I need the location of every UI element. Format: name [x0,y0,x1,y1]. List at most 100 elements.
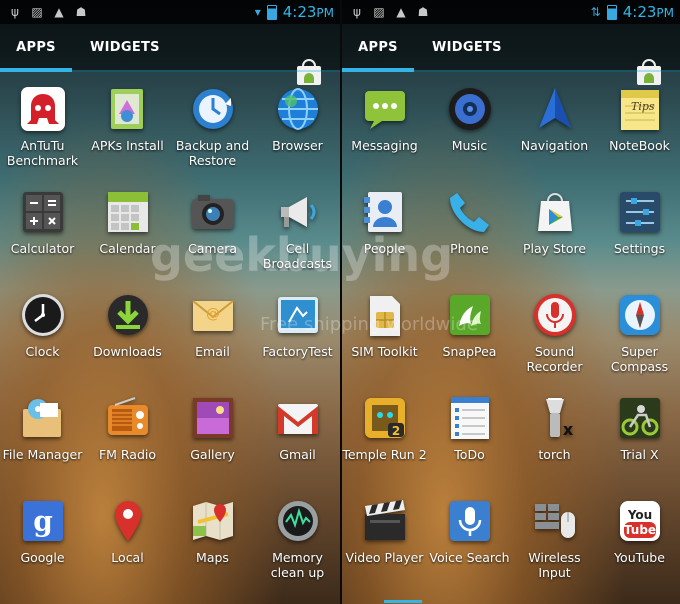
app-gmail[interactable]: Gmail [255,395,340,462]
status-bar: ψ ▨ ▲ ☗ ⇅ 4:23PM [342,0,680,24]
store-button[interactable] [634,58,664,86]
app-label: File Manager [2,447,83,462]
app-apk-install[interactable]: APKs Install [85,86,170,153]
factory-test-icon [275,292,321,338]
app-label: Trial X [620,447,659,462]
app-wireless-mouse[interactable]: Wireless Input [512,498,597,580]
flashlight-icon: x [532,395,578,441]
google-icon: g [20,498,66,544]
app-clock[interactable]: Clock [0,292,85,359]
app-backup-restore[interactable]: Backup and Restore [170,86,255,168]
app-voice-mic[interactable]: Voice Search [427,498,512,565]
gmail-icon [275,395,321,441]
app-sim-card[interactable]: SIM Toolkit [342,292,427,359]
app-camera[interactable]: Camera [170,189,255,256]
gallery-icon [190,395,236,441]
megaphone-icon [275,189,321,235]
todo-list-icon [447,395,493,441]
app-label: Settings [613,241,666,256]
radio-icon [105,395,151,441]
tab-widgets[interactable]: WIDGETS [82,24,160,72]
app-microphone-record[interactable]: Sound Recorder [512,292,597,374]
app-compass[interactable]: Super Compass [597,292,680,374]
svg-text:You: You [626,508,651,522]
battery-icon [606,4,617,20]
app-clapperboard[interactable]: Video Player [342,498,427,565]
tab-divider [0,70,340,72]
download-icon [105,292,151,338]
app-label: FM Radio [98,447,157,462]
svg-text:g: g [33,505,53,538]
app-label: Music [451,138,488,153]
app-label: Wireless Input [528,550,581,580]
app-play-store[interactable]: Play Store [512,189,597,256]
antutu-icon [20,86,66,132]
email-icon: @ [190,292,236,338]
app-download[interactable]: Downloads [85,292,170,359]
right-screen: ψ ▨ ▲ ☗ ⇅ 4:23PM APPS WIDGETS Messaging … [340,0,680,604]
app-memory-clean[interactable]: Memory clean up [255,498,340,580]
android-icon: ☗ [75,5,87,19]
app-label: torch [538,447,571,462]
app-antutu[interactable]: AnTuTu Benchmark [0,86,85,168]
tab-bar: APPS WIDGETS [0,24,340,85]
app-label: NoteBook [609,138,670,153]
app-calendar[interactable]: Calendar [85,189,170,256]
svg-text:2: 2 [391,424,399,438]
notification-icon: ▨ [373,5,385,19]
app-factory-test[interactable]: FactoryTest [255,292,340,359]
app-todo-list[interactable]: ToDo [427,395,512,462]
app-google[interactable]: g Google [0,498,85,565]
youtube-icon: You Tube [617,498,663,544]
navigation-arrow-icon [532,86,578,132]
app-file-manager[interactable]: File Manager [0,395,85,462]
tab-apps[interactable]: APPS [342,24,414,72]
app-youtube[interactable]: You Tube YouTube [597,498,680,565]
app-motorbike[interactable]: Trial X [597,395,680,462]
battery-icon [266,4,277,20]
app-snappea[interactable]: SnapPea [427,292,512,359]
apk-install-icon [105,86,151,132]
app-phone[interactable]: Phone [427,189,512,256]
app-gallery[interactable]: Gallery [170,395,255,462]
app-label: ToDo [454,447,485,462]
app-label: APKs Install [91,138,164,153]
tab-divider [342,70,680,72]
clock-icon [20,292,66,338]
app-radio[interactable]: FM Radio [85,395,170,462]
app-temple-run[interactable]: 2 Temple Run 2 [342,395,427,462]
svg-text:Tips: Tips [631,100,655,113]
tab-apps[interactable]: APPS [0,24,72,72]
app-label: AnTuTu Benchmark [6,138,79,168]
app-map-pin[interactable]: Local [85,498,170,565]
clapperboard-icon [362,498,408,544]
tab-widgets[interactable]: WIDGETS [424,24,502,72]
app-maps[interactable]: Maps [170,498,255,565]
app-music-speaker[interactable]: Music [427,86,512,153]
left-screen: ψ ▨ ▲ ☗ ▾ 4:23PM APPS WIDGETS AnTuTu Ben… [0,0,340,604]
file-manager-icon [20,395,66,441]
app-label: Google [20,550,65,565]
app-navigation-arrow[interactable]: Navigation [512,86,597,153]
app-megaphone[interactable]: Cell Broadcasts [255,189,340,271]
app-notebook[interactable]: Tips NoteBook [597,86,680,153]
map-pin-icon [105,498,151,544]
app-label: SIM Toolkit [351,344,418,359]
notification-icon: ▨ [31,5,43,19]
sim-card-icon [362,292,408,338]
app-email[interactable]: @ Email [170,292,255,359]
app-label: Navigation [520,138,589,153]
app-settings-sliders[interactable]: Settings [597,189,680,256]
memory-clean-icon [275,498,321,544]
app-label: Temple Run 2 [342,447,427,462]
app-people-contact[interactable]: People [342,189,427,256]
usb-icon: ψ [353,5,361,19]
store-button[interactable] [294,58,324,86]
app-messaging[interactable]: Messaging [342,86,427,153]
settings-sliders-icon [617,189,663,235]
app-label: Email [195,344,230,359]
usb-icon: ψ [11,5,19,19]
app-flashlight[interactable]: x torch [512,395,597,462]
app-calculator[interactable]: Calculator [0,189,85,256]
app-browser-globe[interactable]: Browser [255,86,340,153]
